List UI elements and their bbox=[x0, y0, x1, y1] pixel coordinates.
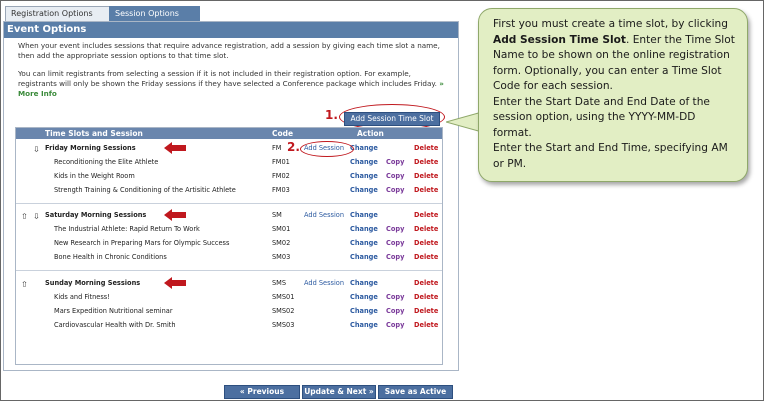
red-arrow-icon bbox=[164, 142, 186, 154]
group-row-friday: ⇩ Friday Morning Sessions FM Add Session… bbox=[16, 141, 442, 155]
panel-title: Event Options bbox=[4, 22, 458, 38]
session-name: Reconditioning the Elite Athlete bbox=[54, 158, 159, 166]
step-2-highlight bbox=[300, 141, 354, 157]
change-link[interactable]: Change bbox=[350, 318, 378, 332]
previous-button[interactable]: « Previous bbox=[224, 385, 300, 399]
group-row-saturday: ⇧ ⇩ Saturday Morning Sessions SM Add Ses… bbox=[16, 208, 442, 222]
change-link[interactable]: Change bbox=[350, 183, 378, 197]
step-2-label: 2. bbox=[287, 140, 300, 154]
session-code: SM01 bbox=[272, 225, 291, 233]
copy-link[interactable]: Copy bbox=[386, 304, 404, 318]
change-link[interactable]: Change bbox=[350, 276, 378, 290]
group-row-sunday: ⇧ Sunday Morning Sessions SMS Add Sessio… bbox=[16, 276, 442, 290]
session-row: Cardiovascular Health with Dr. Smith SMS… bbox=[16, 318, 442, 332]
header-action: Action bbox=[357, 129, 384, 138]
session-row: Reconditioning the Elite Athlete FM01 Ch… bbox=[16, 155, 442, 169]
group-divider bbox=[16, 270, 442, 271]
header-code: Code bbox=[272, 129, 294, 138]
copy-link[interactable]: Copy bbox=[386, 169, 404, 183]
session-code: SMS03 bbox=[272, 321, 295, 329]
step-1-label: 1. bbox=[325, 108, 338, 122]
session-name: Mars Expedition Nutritional seminar bbox=[54, 307, 173, 315]
delete-link[interactable]: Delete bbox=[414, 222, 438, 236]
delete-link[interactable]: Delete bbox=[414, 276, 438, 290]
session-name: Kids and Fitness! bbox=[54, 293, 110, 301]
save-as-active-button[interactable]: Save as Active bbox=[378, 385, 453, 399]
delete-link[interactable]: Delete bbox=[414, 236, 438, 250]
session-row: The Industrial Athlete: Rapid Return To … bbox=[16, 222, 442, 236]
change-link[interactable]: Change bbox=[350, 250, 378, 264]
delete-link[interactable]: Delete bbox=[414, 169, 438, 183]
intro-text-1: When your event includes sessions that r… bbox=[18, 41, 440, 60]
delete-link[interactable]: Delete bbox=[414, 318, 438, 332]
session-row: Bone Health in Chronic Conditions SM03 C… bbox=[16, 250, 442, 264]
callout-text-3: Enter the Start and End Time, specifying… bbox=[493, 142, 728, 170]
tab-session-options[interactable]: Session Options bbox=[109, 6, 200, 21]
session-row: Kids in the Weight Room FM02 Change Copy… bbox=[16, 169, 442, 183]
copy-link[interactable]: Copy bbox=[386, 290, 404, 304]
change-link[interactable]: Change bbox=[350, 169, 378, 183]
group-divider bbox=[16, 203, 442, 204]
change-link[interactable]: Change bbox=[350, 141, 378, 155]
table-header: Time Slots and Session Code Action bbox=[16, 128, 442, 139]
session-name: Cardiovascular Health with Dr. Smith bbox=[54, 321, 176, 329]
session-code: SM03 bbox=[272, 253, 291, 261]
session-code: FM01 bbox=[272, 158, 290, 166]
session-code: FM02 bbox=[272, 172, 290, 180]
group-code: SMS bbox=[272, 279, 287, 287]
session-code: SMS01 bbox=[272, 293, 295, 301]
delete-link[interactable]: Delete bbox=[414, 183, 438, 197]
update-next-button[interactable]: Update & Next » bbox=[302, 385, 376, 399]
delete-link[interactable]: Delete bbox=[414, 250, 438, 264]
session-row: New Research in Preparing Mars for Olymp… bbox=[16, 236, 442, 250]
intro-text-2: You can limit registrants from selecting… bbox=[18, 69, 448, 99]
group-name: Saturday Morning Sessions bbox=[45, 211, 147, 219]
add-session-time-slot-button[interactable]: Add Session Time Slot bbox=[344, 112, 440, 126]
session-code: FM03 bbox=[272, 186, 290, 194]
session-name: The Industrial Athlete: Rapid Return To … bbox=[54, 225, 200, 233]
delete-link[interactable]: Delete bbox=[414, 304, 438, 318]
change-link[interactable]: Change bbox=[350, 208, 378, 222]
session-name: Bone Health in Chronic Conditions bbox=[54, 253, 167, 261]
change-link[interactable]: Change bbox=[350, 155, 378, 169]
header-time-slots: Time Slots and Session bbox=[45, 129, 143, 138]
session-code: SM02 bbox=[272, 239, 291, 247]
copy-link[interactable]: Copy bbox=[386, 236, 404, 250]
group-code: FM bbox=[272, 144, 282, 152]
delete-link[interactable]: Delete bbox=[414, 155, 438, 169]
copy-link[interactable]: Copy bbox=[386, 222, 404, 236]
session-name: Strength Training & Conditioning of the … bbox=[54, 186, 236, 194]
session-row: Mars Expedition Nutritional seminar SMS0… bbox=[16, 304, 442, 318]
add-session-link[interactable]: Add Session bbox=[304, 208, 344, 222]
delete-link[interactable]: Delete bbox=[414, 208, 438, 222]
copy-link[interactable]: Copy bbox=[386, 318, 404, 332]
tab-registration-options[interactable]: Registration Options bbox=[5, 6, 112, 21]
callout-text-2: Enter the Start Date and End Date of the… bbox=[493, 95, 710, 139]
callout-emphasis: Add Session Time Slot bbox=[493, 33, 626, 46]
session-row: Kids and Fitness! SMS01 Change Copy Dele… bbox=[16, 290, 442, 304]
group-code: SM bbox=[272, 211, 282, 219]
delete-link[interactable]: Delete bbox=[414, 141, 438, 155]
instruction-callout: First you must create a time slot, by cl… bbox=[478, 8, 748, 182]
session-name: New Research in Preparing Mars for Olymp… bbox=[54, 239, 230, 247]
group-name: Sunday Morning Sessions bbox=[45, 279, 141, 287]
session-row: Strength Training & Conditioning of the … bbox=[16, 183, 442, 197]
copy-link[interactable]: Copy bbox=[386, 183, 404, 197]
copy-link[interactable]: Copy bbox=[386, 250, 404, 264]
add-session-link[interactable]: Add Session bbox=[304, 276, 344, 290]
change-link[interactable]: Change bbox=[350, 222, 378, 236]
time-slots-table: Time Slots and Session Code Action ⇩ Fri… bbox=[15, 127, 443, 365]
delete-link[interactable]: Delete bbox=[414, 290, 438, 304]
change-link[interactable]: Change bbox=[350, 304, 378, 318]
change-link[interactable]: Change bbox=[350, 290, 378, 304]
callout-text-1: First you must create a time slot, by cl… bbox=[493, 18, 728, 30]
red-arrow-icon bbox=[164, 277, 186, 289]
red-arrow-icon bbox=[164, 209, 186, 221]
session-code: SMS02 bbox=[272, 307, 295, 315]
change-link[interactable]: Change bbox=[350, 236, 378, 250]
group-name: Friday Morning Sessions bbox=[45, 144, 136, 152]
copy-link[interactable]: Copy bbox=[386, 155, 404, 169]
session-name: Kids in the Weight Room bbox=[54, 172, 135, 180]
intro-text-2-body: You can limit registrants from selecting… bbox=[18, 69, 437, 88]
